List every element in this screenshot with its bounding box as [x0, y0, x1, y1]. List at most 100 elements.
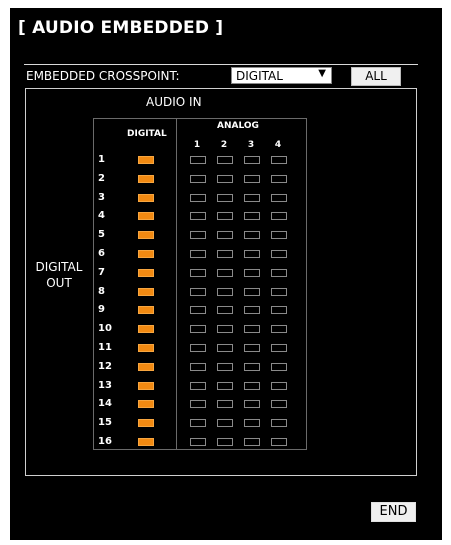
row-number: 4 [98, 210, 105, 222]
digital-crosspoint-10[interactable] [138, 325, 154, 334]
analog-crosspoint-12-4[interactable] [271, 362, 287, 371]
analog-crosspoint-2-2[interactable] [217, 174, 233, 183]
analog-crosspoint-8-4[interactable] [271, 287, 287, 296]
analog-crosspoint-12-1[interactable] [190, 362, 206, 371]
row-number: 1 [98, 154, 105, 165]
analog-crosspoint-3-3[interactable] [244, 193, 260, 202]
digital-crosspoint-15[interactable] [138, 419, 154, 428]
digital-crosspoint-4[interactable] [138, 212, 154, 221]
analog-column-header: ANALOG [217, 121, 259, 131]
analog-crosspoint-16-2[interactable] [217, 438, 233, 446]
digital-crosspoint-1[interactable] [138, 156, 154, 164]
analog-crosspoint-13-3[interactable] [244, 381, 260, 390]
analog-crosspoint-1-2[interactable] [217, 156, 233, 164]
analog-crosspoint-2-4[interactable] [271, 174, 287, 183]
analog-crosspoint-5-4[interactable] [271, 231, 287, 240]
analog-crosspoint-6-3[interactable] [244, 250, 260, 258]
analog-crosspoint-13-2[interactable] [217, 381, 233, 390]
analog-channel-header-1: 1 [193, 140, 201, 150]
row-number: 14 [98, 398, 112, 410]
digital-crosspoint-13[interactable] [138, 381, 154, 390]
analog-crosspoint-4-4[interactable] [271, 212, 287, 221]
digital-crosspoint-14[interactable] [138, 400, 154, 409]
analog-crosspoint-15-1[interactable] [190, 419, 206, 428]
analog-crosspoint-6-1[interactable] [190, 250, 206, 258]
analog-crosspoint-10-2[interactable] [217, 325, 233, 334]
digital-crosspoint-12[interactable] [138, 362, 154, 371]
analog-crosspoint-7-2[interactable] [217, 268, 233, 277]
analog-crosspoint-3-4[interactable] [271, 193, 287, 202]
digital-crosspoint-9[interactable] [138, 306, 154, 315]
analog-crosspoint-9-1[interactable] [190, 306, 206, 315]
analog-crosspoint-8-2[interactable] [217, 287, 233, 296]
all-button[interactable]: ALL [351, 67, 401, 86]
analog-crosspoint-15-4[interactable] [271, 419, 287, 428]
analog-crosspoint-7-3[interactable] [244, 268, 260, 277]
row-number: 8 [98, 285, 105, 297]
analog-crosspoint-5-2[interactable] [217, 231, 233, 240]
analog-crosspoint-5-1[interactable] [190, 231, 206, 240]
analog-crosspoint-7-4[interactable] [271, 268, 287, 277]
digital-crosspoint-2[interactable] [138, 174, 154, 183]
digital-column-header: DIGITAL [127, 129, 167, 139]
analog-crosspoint-13-1[interactable] [190, 381, 206, 390]
analog-crosspoint-14-4[interactable] [271, 400, 287, 409]
analog-crosspoint-1-3[interactable] [244, 156, 260, 164]
analog-crosspoint-12-2[interactable] [217, 362, 233, 371]
analog-crosspoint-3-1[interactable] [190, 193, 206, 202]
chevron-down-icon: ▼ [318, 68, 326, 79]
analog-crosspoint-3-2[interactable] [217, 193, 233, 202]
digital-out-label: DIGITAL OUT [35, 260, 83, 290]
analog-crosspoint-16-3[interactable] [244, 438, 260, 446]
analog-crosspoint-7-1[interactable] [190, 268, 206, 277]
analog-channel-header-2: 2 [220, 140, 228, 150]
digital-crosspoint-8[interactable] [138, 287, 154, 296]
analog-crosspoint-10-4[interactable] [271, 325, 287, 334]
analog-crosspoint-14-2[interactable] [217, 400, 233, 409]
analog-crosspoint-16-1[interactable] [190, 438, 206, 446]
analog-channel-header-3: 3 [247, 140, 255, 150]
analog-crosspoint-16-4[interactable] [271, 438, 287, 446]
analog-crosspoint-14-1[interactable] [190, 400, 206, 409]
analog-crosspoint-12-3[interactable] [244, 362, 260, 371]
analog-crosspoint-15-2[interactable] [217, 419, 233, 428]
row-number: 6 [98, 248, 105, 259]
analog-crosspoint-4-3[interactable] [244, 212, 260, 221]
analog-crosspoint-10-3[interactable] [244, 325, 260, 334]
analog-crosspoint-11-2[interactable] [217, 344, 233, 352]
page-title: [ AUDIO EMBEDDED ] [18, 18, 224, 38]
analog-crosspoint-8-1[interactable] [190, 287, 206, 296]
analog-crosspoint-14-3[interactable] [244, 400, 260, 409]
analog-crosspoint-9-4[interactable] [271, 306, 287, 315]
analog-crosspoint-4-2[interactable] [217, 212, 233, 221]
analog-crosspoint-2-3[interactable] [244, 174, 260, 183]
analog-crosspoint-1-1[interactable] [190, 156, 206, 164]
digital-crosspoint-11[interactable] [138, 344, 154, 352]
analog-crosspoint-6-4[interactable] [271, 250, 287, 258]
analog-crosspoint-4-1[interactable] [190, 212, 206, 221]
divider [24, 64, 418, 65]
row-number: 10 [98, 323, 112, 335]
digital-crosspoint-3[interactable] [138, 193, 154, 202]
row-number: 12 [98, 360, 112, 372]
digital-crosspoint-16[interactable] [138, 438, 154, 446]
analog-crosspoint-11-4[interactable] [271, 344, 287, 352]
analog-crosspoint-2-1[interactable] [190, 174, 206, 183]
analog-crosspoint-11-3[interactable] [244, 344, 260, 352]
analog-crosspoint-5-3[interactable] [244, 231, 260, 240]
digital-crosspoint-5[interactable] [138, 231, 154, 240]
crosspoint-select[interactable]: DIGITAL ▼ [231, 67, 332, 84]
analog-crosspoint-1-4[interactable] [271, 156, 287, 164]
analog-crosspoint-6-2[interactable] [217, 250, 233, 258]
analog-crosspoint-9-2[interactable] [217, 306, 233, 315]
analog-crosspoint-10-1[interactable] [190, 325, 206, 334]
analog-crosspoint-11-1[interactable] [190, 344, 206, 352]
audio-embedded-panel: [ AUDIO EMBEDDED ] EMBEDDED CROSSPOINT: … [10, 8, 442, 540]
analog-crosspoint-15-3[interactable] [244, 419, 260, 428]
digital-crosspoint-7[interactable] [138, 268, 154, 277]
analog-crosspoint-8-3[interactable] [244, 287, 260, 296]
digital-crosspoint-6[interactable] [138, 250, 154, 258]
analog-crosspoint-9-3[interactable] [244, 306, 260, 315]
analog-crosspoint-13-4[interactable] [271, 381, 287, 390]
end-button[interactable]: END [371, 502, 416, 522]
